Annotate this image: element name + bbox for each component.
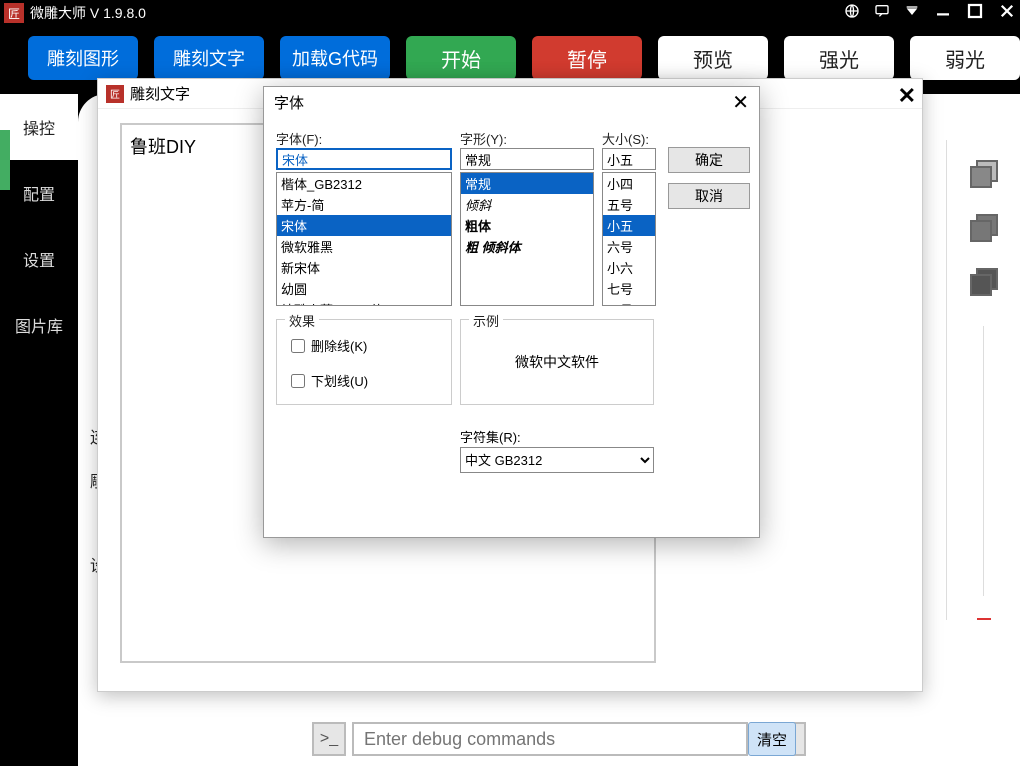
dialog-title: 雕刻文字 bbox=[130, 83, 190, 104]
list-item[interactable]: 宋体 bbox=[277, 215, 451, 236]
wifi-icon[interactable] bbox=[904, 3, 920, 24]
cube3d-icon-2[interactable] bbox=[966, 210, 1002, 246]
charset-select[interactable]: 中文 GB2312 bbox=[460, 447, 654, 473]
right-tick bbox=[977, 618, 991, 620]
globe-icon[interactable] bbox=[844, 3, 860, 24]
dialog-logo-icon: 匠 bbox=[106, 85, 124, 103]
font-name-input[interactable] bbox=[276, 148, 452, 170]
font-dialog-close-icon[interactable]: ✕ bbox=[732, 90, 749, 115]
stop-button[interactable]: 暂停 bbox=[532, 36, 642, 80]
font-style-input[interactable] bbox=[460, 148, 594, 170]
strikethrough-checkbox[interactable]: 删除线(K) bbox=[291, 336, 451, 355]
app-title: 微雕大师 V 1.9.8.0 bbox=[30, 3, 844, 23]
list-item[interactable]: 新宋体 bbox=[277, 257, 451, 278]
sidebar-item-control[interactable]: 操控 bbox=[0, 94, 78, 160]
charset-label: 字符集(R): bbox=[460, 427, 521, 446]
list-item[interactable]: 粗体 bbox=[461, 215, 593, 236]
close-icon[interactable]: ✕ bbox=[898, 83, 916, 109]
list-item[interactable]: 微软雅黑 bbox=[277, 236, 451, 257]
list-item[interactable]: 苹方-简 bbox=[277, 194, 451, 215]
list-item[interactable]: 七号 bbox=[603, 278, 655, 299]
list-item[interactable]: 站酷小薇LOGO体 bbox=[277, 299, 451, 306]
list-item[interactable]: 五号 bbox=[603, 194, 655, 215]
close-icon[interactable] bbox=[998, 2, 1016, 25]
load-gcode-button[interactable]: 加载G代码 bbox=[280, 36, 390, 80]
ok-button[interactable]: 确定 bbox=[668, 147, 750, 173]
font-size-input[interactable] bbox=[602, 148, 656, 170]
font-dialog-title: 字体 bbox=[274, 92, 304, 113]
sidebar-item-config[interactable]: 配置 bbox=[0, 160, 78, 226]
style-label: 字形(Y): bbox=[460, 129, 594, 148]
cube3d-icon-3[interactable] bbox=[966, 264, 1002, 300]
sample-text: 微软中文软件 bbox=[515, 352, 599, 372]
debug-prompt-icon: >_ bbox=[312, 722, 346, 756]
style-list[interactable]: 常规倾斜粗体粗 倾斜体 bbox=[460, 172, 594, 306]
cube3d-icon-1[interactable] bbox=[966, 156, 1002, 192]
list-item[interactable]: 楷体_GB2312 bbox=[277, 173, 451, 194]
list-item[interactable]: 倾斜 bbox=[461, 194, 593, 215]
sample-label: 示例 bbox=[469, 311, 503, 330]
list-item[interactable]: 粗 倾斜体 bbox=[461, 236, 593, 257]
font-list[interactable]: 楷体_GB2312苹方-简宋体微软雅黑新宋体幼圆站酷小薇LOGO体 bbox=[276, 172, 452, 306]
list-item[interactable]: 常规 bbox=[461, 173, 593, 194]
cancel-button[interactable]: 取消 bbox=[668, 183, 750, 209]
size-label: 大小(S): bbox=[602, 129, 656, 148]
sidebar-accent bbox=[0, 130, 10, 190]
list-item[interactable]: 小六 bbox=[603, 257, 655, 278]
font-label: 字体(F): bbox=[276, 129, 452, 148]
maximize-icon[interactable] bbox=[966, 2, 984, 25]
effect-label: 效果 bbox=[285, 311, 319, 330]
chat-icon[interactable] bbox=[874, 3, 890, 24]
debug-input[interactable] bbox=[352, 722, 748, 756]
list-item[interactable]: 幼圆 bbox=[277, 278, 451, 299]
list-item[interactable]: 六号 bbox=[603, 236, 655, 257]
size-list[interactable]: 小四五号小五六号小六七号八号 bbox=[602, 172, 656, 306]
sidebar-item-gallery[interactable]: 图片库 bbox=[0, 292, 78, 358]
list-item[interactable]: 小四 bbox=[603, 173, 655, 194]
start-button[interactable]: 开始 bbox=[406, 36, 516, 80]
engrave-text-button[interactable]: 雕刻文字 bbox=[154, 36, 264, 80]
underline-checkbox[interactable]: 下划线(U) bbox=[291, 371, 451, 390]
spotlight-button[interactable]: 强光 bbox=[784, 36, 894, 80]
engrave-graphic-button[interactable]: 雕刻图形 bbox=[28, 36, 138, 80]
minimize-icon[interactable] bbox=[934, 2, 952, 25]
font-dialog: 字体 ✕ 字体(F): 楷体_GB2312苹方-简宋体微软雅黑新宋体幼圆站酷小薇… bbox=[263, 86, 760, 538]
debug-clear-button[interactable]: 清空 bbox=[748, 722, 796, 756]
preview-button[interactable]: 预览 bbox=[658, 36, 768, 80]
sidebar-item-settings[interactable]: 设置 bbox=[0, 226, 78, 292]
right-ruler bbox=[983, 326, 984, 596]
list-item[interactable]: 八号 bbox=[603, 299, 655, 306]
list-item[interactable]: 小五 bbox=[603, 215, 655, 236]
weaklight-button[interactable]: 弱光 bbox=[910, 36, 1020, 80]
app-logo-icon: 匠 bbox=[4, 3, 24, 23]
